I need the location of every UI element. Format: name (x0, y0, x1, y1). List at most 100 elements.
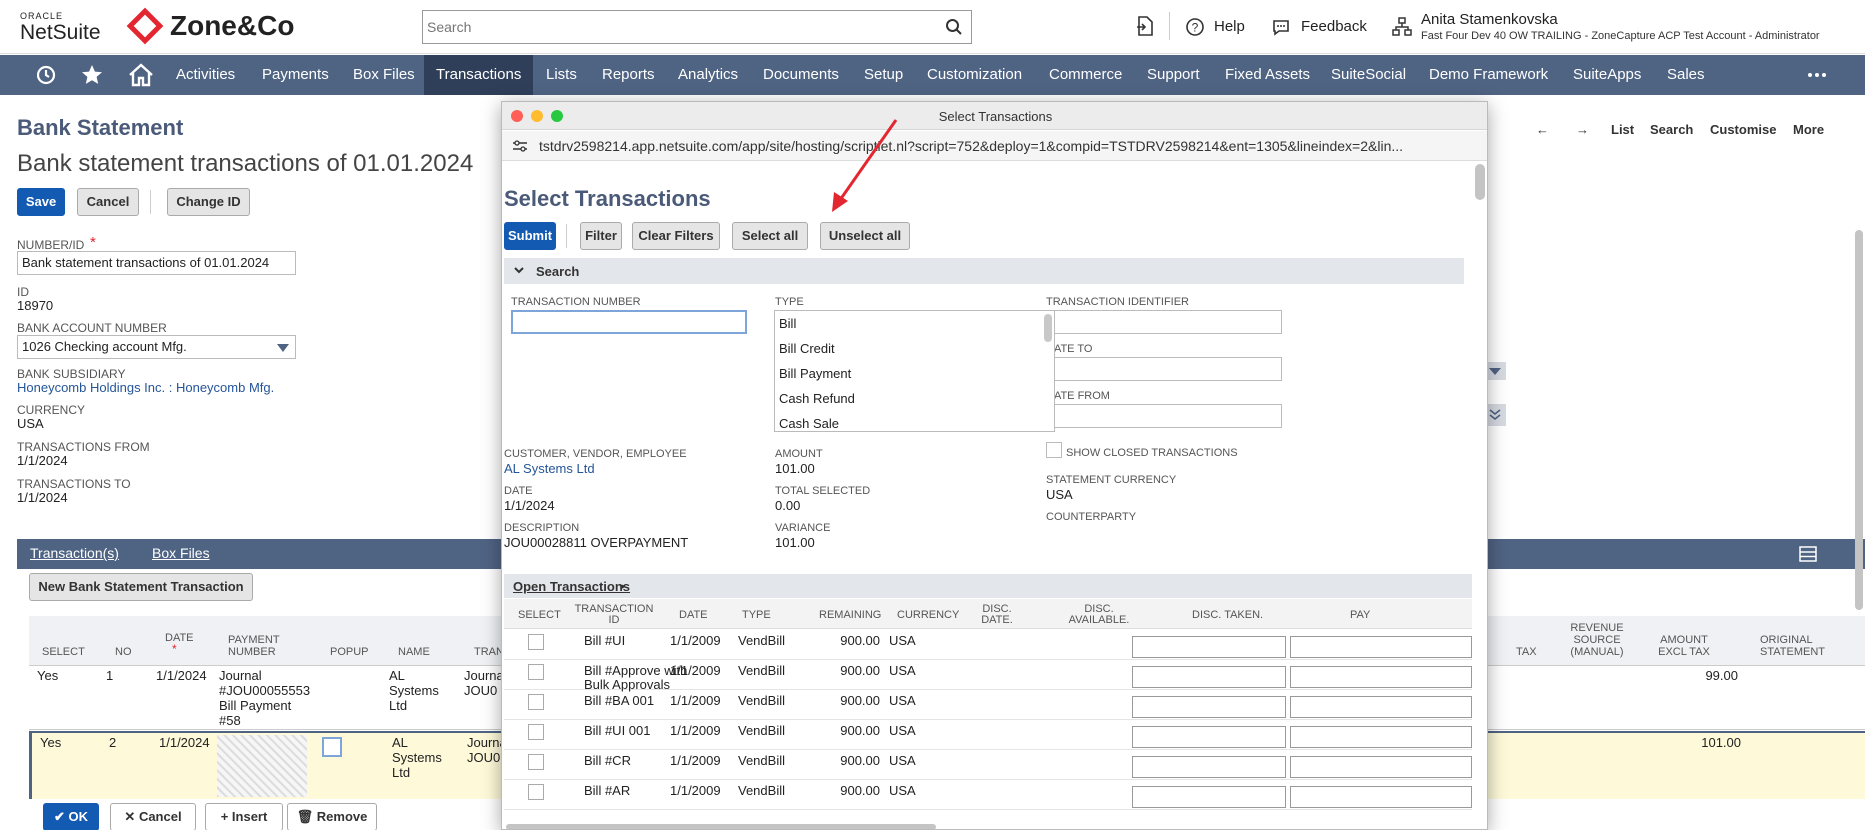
disc-taken-input[interactable] (1132, 666, 1286, 688)
table-row[interactable]: Bill #AR 1/1/2009 VendBill 900.00 USA (504, 780, 1472, 810)
nav-suitesocial[interactable]: SuiteSocial (1319, 55, 1418, 95)
save-button[interactable]: Save (17, 188, 65, 216)
list-view-icon[interactable] (1799, 546, 1817, 562)
recent-records-icon[interactable] (1135, 15, 1155, 37)
change-id-button[interactable]: Change ID (167, 188, 250, 216)
unselect-all-button[interactable]: Unselect all (820, 222, 910, 250)
date-from-input[interactable] (1046, 404, 1282, 428)
row-select-checkbox[interactable] (528, 784, 544, 800)
show-closed-checkbox[interactable] (1046, 442, 1062, 458)
nav-fixed-assets[interactable]: Fixed Assets (1213, 55, 1322, 95)
page-scrollbar[interactable] (1855, 230, 1863, 610)
pay-input[interactable] (1290, 756, 1472, 778)
disc-taken-input[interactable] (1132, 726, 1286, 748)
type-option[interactable]: Bill Credit (779, 341, 835, 356)
disc-taken-input[interactable] (1132, 756, 1286, 778)
home-icon[interactable] (128, 63, 154, 87)
account-role[interactable]: Fast Four Dev 40 OW TRAILING - ZoneCaptu… (1421, 30, 1820, 42)
tab-open-transactions[interactable]: Open Transactions (513, 579, 630, 594)
nav-sales[interactable]: Sales (1655, 55, 1717, 95)
window-titlebar[interactable]: Select Transactions (502, 102, 1487, 130)
type-option[interactable]: Bill Payment (779, 366, 851, 381)
subsidiary-link[interactable]: Honeycomb Holdings Inc. : Honeycomb Mfg. (17, 380, 274, 395)
table-row[interactable]: Bill #BA 001 1/1/2009 VendBill 900.00 US… (504, 690, 1472, 720)
global-search-input[interactable] (423, 11, 923, 43)
feedback-link[interactable]: Feedback (1301, 18, 1367, 35)
row-insert-button[interactable]: + Insert (205, 803, 283, 830)
pay-input[interactable] (1290, 636, 1472, 658)
search-link[interactable]: Search (1650, 122, 1693, 137)
nav-activities[interactable]: Activities (164, 55, 247, 95)
cancel-button[interactable]: Cancel (77, 188, 139, 216)
recent-icon[interactable] (34, 63, 58, 87)
nav-demo-framework[interactable]: Demo Framework (1417, 55, 1560, 95)
nav-commerce[interactable]: Commerce (1037, 55, 1134, 95)
nav-documents[interactable]: Documents (751, 55, 851, 95)
table-row[interactable]: Bill #UI 001 1/1/2009 VendBill 900.00 US… (504, 720, 1472, 750)
feedback-icon[interactable] (1271, 17, 1291, 37)
customise-link[interactable]: Customise (1710, 122, 1776, 137)
nav-customization[interactable]: Customization (915, 55, 1034, 95)
popup-checkbox[interactable] (322, 737, 342, 757)
help-link[interactable]: Help (1214, 18, 1245, 35)
search-icon[interactable] (945, 18, 963, 36)
transaction-identifier-input[interactable] (1046, 310, 1282, 334)
row-cancel-button[interactable]: ✕ Cancel (110, 803, 196, 830)
star-icon[interactable] (80, 63, 104, 87)
type-option[interactable]: Bill (779, 316, 796, 331)
url-text[interactable]: tstdrv2598214.app.netsuite.com/app/site/… (539, 138, 1474, 154)
back-arrow-icon[interactable]: ← (1536, 122, 1549, 137)
popup-vertical-scrollbar[interactable] (1475, 164, 1485, 200)
disc-taken-input[interactable] (1132, 696, 1286, 718)
oracle-netsuite-logo[interactable]: ORACLE NetSuite (20, 12, 101, 44)
bank-account-select[interactable]: 1026 Checking account Mfg. (17, 335, 296, 359)
clear-filters-button[interactable]: Clear Filters (632, 222, 720, 250)
help-icon[interactable]: ? (1185, 17, 1205, 37)
nav-suiteapps[interactable]: SuiteApps (1561, 55, 1653, 95)
type-option[interactable]: Cash Refund (779, 391, 855, 406)
type-multiselect[interactable]: Bill Bill Credit Bill Payment Cash Refun… (774, 310, 1055, 432)
pay-input[interactable] (1290, 666, 1472, 688)
customer-vendor-link[interactable]: AL Systems Ltd (504, 461, 595, 476)
table-row[interactable]: Bill #UI 1/1/2009 VendBill 900.00 USA (504, 630, 1472, 660)
nav-reports[interactable]: Reports (590, 55, 667, 95)
more-link[interactable]: More (1793, 122, 1824, 137)
row-select-checkbox[interactable] (528, 724, 544, 740)
tab-box-files[interactable]: Box Files (152, 545, 210, 561)
row-remove-button[interactable]: 🗑 Remove (287, 803, 377, 830)
type-option[interactable]: Cash Sale (779, 416, 839, 431)
row-ok-button[interactable]: ✔ OK (43, 803, 99, 830)
nav-analytics[interactable]: Analytics (666, 55, 750, 95)
submit-button[interactable]: Submit (504, 222, 556, 250)
more-menu-icon[interactable] (1807, 71, 1827, 79)
popup-horizontal-scrollbar[interactable] (506, 824, 936, 829)
zone-logo[interactable]: Zone&Co (126, 7, 294, 45)
url-bar[interactable]: tstdrv2598214.app.netsuite.com/app/site/… (502, 131, 1487, 161)
row-select-checkbox[interactable] (528, 694, 544, 710)
pay-input[interactable] (1290, 696, 1472, 718)
nav-support[interactable]: Support (1135, 55, 1212, 95)
table-row[interactable]: Bill #Approve with Bulk Approvals 1/1/20… (504, 660, 1472, 692)
row-select-checkbox[interactable] (528, 634, 544, 650)
row-select-checkbox[interactable] (528, 754, 544, 770)
date-to-input[interactable] (1046, 357, 1282, 381)
number-id-field[interactable]: Bank statement transactions of 01.01.202… (17, 251, 296, 275)
list-link[interactable]: List (1611, 122, 1634, 137)
role-org-icon[interactable] (1391, 16, 1413, 38)
nav-box-files[interactable]: Box Files (341, 55, 427, 95)
transaction-number-input[interactable] (511, 310, 747, 334)
nav-setup[interactable]: Setup (852, 55, 915, 95)
filter-button[interactable]: Filter (580, 222, 622, 250)
new-bank-statement-transaction-button[interactable]: New Bank Statement Transaction (29, 573, 253, 601)
select-all-button[interactable]: Select all (732, 222, 808, 250)
nav-payments[interactable]: Payments (250, 55, 341, 95)
pay-input[interactable] (1290, 726, 1472, 748)
tab-transactions[interactable]: Transaction(s) (30, 545, 119, 561)
search-section-header[interactable]: Search (504, 258, 1464, 284)
disc-taken-input[interactable] (1132, 636, 1286, 658)
site-settings-icon[interactable] (512, 139, 528, 153)
global-search[interactable] (422, 10, 972, 44)
disc-taken-input[interactable] (1132, 786, 1286, 808)
nav-lists[interactable]: Lists (534, 55, 589, 95)
user-name[interactable]: Anita Stamenkovska (1421, 11, 1558, 28)
